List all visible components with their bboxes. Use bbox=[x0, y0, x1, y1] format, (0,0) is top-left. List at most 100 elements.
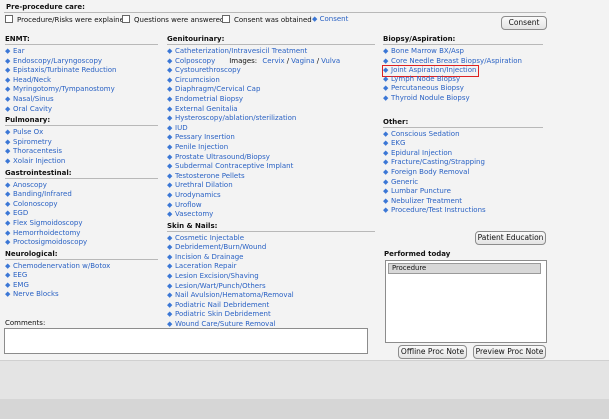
procedure-link-penile-injection[interactable]: ◆ Penile Injection bbox=[167, 143, 377, 153]
procedure-link-label: Hemorrhoidectomy bbox=[13, 228, 81, 237]
procedure-link-hysteroscopy-ablation-sterilization[interactable]: ◆ Hysteroscopy/ablation/sterilization bbox=[167, 114, 377, 124]
procedure-link-nerve-blocks[interactable]: ◆ Nerve Blocks bbox=[5, 290, 160, 300]
procedure-link-eeg[interactable]: ◆ EEG bbox=[5, 271, 160, 281]
diamond-icon: ◆ bbox=[5, 56, 11, 65]
checkbox-icon[interactable] bbox=[122, 15, 130, 23]
consent-link[interactable]: ◆ Consent bbox=[312, 15, 348, 23]
procedure-link-ear[interactable]: ◆ Ear bbox=[5, 47, 160, 57]
procedure-link-proctosigmoidoscopy[interactable]: ◆ Proctosigmoidoscopy bbox=[5, 238, 160, 248]
procedure-link-label: Incision & Drainage bbox=[175, 252, 244, 261]
image-link-cervix[interactable]: Cervix bbox=[262, 57, 284, 65]
procedure-link-pessary-insertion[interactable]: ◆ Pessary Insertion bbox=[167, 133, 377, 143]
procedure-link-lumbar-puncture[interactable]: ◆ Lumbar Puncture bbox=[383, 187, 545, 197]
procedure-link-vasectomy[interactable]: ◆ Vasectomy bbox=[167, 210, 377, 220]
diamond-icon: ◆ bbox=[5, 147, 11, 156]
procedure-link-nasal-sinus[interactable]: ◆ Nasal/Sinus bbox=[5, 95, 160, 105]
diamond-icon: ◆ bbox=[5, 104, 11, 113]
procedure-link-foreign-body-removal[interactable]: ◆ Foreign Body Removal bbox=[383, 168, 545, 178]
procedure-link-epidural-injection[interactable]: ◆ Epidural Injection bbox=[383, 149, 545, 159]
procedure-link-banding-infrared[interactable]: ◆ Banding/Infrared bbox=[5, 190, 160, 200]
procedure-link-emg[interactable]: ◆ EMG bbox=[5, 281, 160, 291]
procedure-link-uroflow[interactable]: ◆ Uroflow bbox=[167, 201, 377, 211]
performed-column-header[interactable]: Procedure bbox=[388, 263, 541, 274]
comments-textarea[interactable] bbox=[4, 328, 368, 354]
procedure-link-label: Flex Sigmoidoscopy bbox=[13, 218, 83, 227]
procedure-link-circumcision[interactable]: ◆ Circumcision bbox=[167, 76, 377, 86]
procedure-link-generic[interactable]: ◆ Generic bbox=[383, 178, 545, 188]
checkbox-icon[interactable] bbox=[222, 15, 230, 23]
procedure-link-urodynamics[interactable]: ◆ Urodynamics bbox=[167, 191, 377, 201]
procedure-link-colonoscopy[interactable]: ◆ Colonoscopy bbox=[5, 200, 160, 210]
procedure-link-epistaxis-turbinate-reduction[interactable]: ◆ Epistaxis/Turbinate Reduction bbox=[5, 66, 160, 76]
check-questions[interactable]: Questions were answered bbox=[122, 15, 224, 24]
procedure-link-endometrial-biopsy[interactable]: ◆ Endometrial Biopsy bbox=[167, 95, 377, 105]
procedure-link-myringotomy-tympanostomy[interactable]: ◆ Myringotomy/Tympanostomy bbox=[5, 85, 160, 95]
procedure-link-iud[interactable]: ◆ IUD bbox=[167, 124, 377, 134]
procedure-link-endoscopy-laryngoscopy[interactable]: ◆ Endoscopy/Laryngoscopy bbox=[5, 57, 160, 67]
diamond-icon: ◆ bbox=[167, 162, 173, 171]
procedure-link-cystourethroscopy[interactable]: ◆ Cystourethroscopy bbox=[167, 66, 377, 76]
procedure-link-egd[interactable]: ◆ EGD bbox=[5, 209, 160, 219]
procedure-link-pulse-ox[interactable]: ◆ Pulse Ox bbox=[5, 128, 160, 138]
procedure-link-percutaneous-biopsy[interactable]: ◆ Percutaneous Biopsy bbox=[383, 84, 545, 94]
diamond-icon: ◆ bbox=[5, 156, 11, 165]
procedure-link-debridement-burn-wound[interactable]: ◆ Debridement/Burn/Wound bbox=[167, 243, 377, 253]
procedure-link-procedure-test-instructions[interactable]: ◆ Procedure/Test Instructions bbox=[383, 206, 545, 216]
procedure-link-external-genitalia[interactable]: ◆ External Genitalia bbox=[167, 105, 377, 115]
procedure-link-head-neck[interactable]: ◆ Head/Neck bbox=[5, 76, 160, 86]
procedure-link-incision-drainage[interactable]: ◆ Incision & Drainage bbox=[167, 253, 377, 263]
procedure-link-core-needle-breast-biopsy-aspiration[interactable]: ◆ Core Needle Breast Biopsy/Aspiration bbox=[383, 57, 545, 67]
image-link-vulva[interactable]: Vulva bbox=[321, 57, 340, 65]
procedure-link-xolair-injection[interactable]: ◆ Xolair Injection bbox=[5, 157, 160, 167]
procedure-link-hemorrhoidectomy[interactable]: ◆ Hemorrhoidectomy bbox=[5, 229, 160, 239]
procedure-link-podiatric-nail-debridement[interactable]: ◆ Podiatric Nail Debridement bbox=[167, 301, 377, 311]
procedure-link-lesion-excision-shaving[interactable]: ◆ Lesion Excision/Shaving bbox=[167, 272, 377, 282]
procedure-link-bone-marrow-bx-asp[interactable]: ◆ Bone Marrow BX/Asp bbox=[383, 47, 545, 57]
diamond-icon: ◆ bbox=[5, 209, 11, 218]
diamond-icon: ◆ bbox=[167, 200, 173, 209]
performed-list[interactable]: Procedure bbox=[385, 260, 547, 343]
diamond-icon: ◆ bbox=[383, 93, 389, 102]
procedure-link-lymph-node-biopsy[interactable]: ◆ Lymph Node Biopsy bbox=[383, 75, 545, 85]
procedure-link-label: EEG bbox=[13, 271, 28, 280]
procedure-link-cosmetic-injectable[interactable]: ◆ Cosmetic Injectable bbox=[167, 234, 377, 244]
procedure-link-flex-sigmoidoscopy[interactable]: ◆ Flex Sigmoidoscopy bbox=[5, 219, 160, 229]
procedure-link-fracture-casting-strapping[interactable]: ◆ Fracture/Casting/Strapping bbox=[383, 158, 545, 168]
procedure-link-laceration-repair[interactable]: ◆ Laceration Repair bbox=[167, 262, 377, 272]
check-consent[interactable]: Consent was obtained bbox=[222, 15, 312, 24]
procedure-link-nebulizer-treatment[interactable]: ◆ Nebulizer Treatment bbox=[383, 197, 545, 207]
preview-proc-note-button[interactable]: Preview Proc Note bbox=[473, 345, 546, 359]
checkbox-icon[interactable] bbox=[5, 15, 13, 23]
procedure-link-catheterization-intravesicil-treatment[interactable]: ◆ Catheterization/Intravesicil Treatment bbox=[167, 47, 377, 57]
procedure-link-thyroid-nodule-biopsy[interactable]: ◆ Thyroid Nodule Biopsy bbox=[383, 94, 545, 104]
procedure-link-ekg[interactable]: ◆ EKG bbox=[383, 139, 545, 149]
image-link-vagina[interactable]: Vagina bbox=[291, 57, 315, 65]
procedure-link-diaphragm-cervical-cap[interactable]: ◆ Diaphragm/Cervical Cap bbox=[167, 85, 377, 95]
procedure-link-label: Pessary Insertion bbox=[175, 133, 235, 142]
procedure-link-lesion-wart-punch-others[interactable]: ◆ Lesion/Wart/Punch/Others bbox=[167, 282, 377, 292]
patient-education-button[interactable]: Patient Education bbox=[475, 231, 546, 245]
procedure-link-spirometry[interactable]: ◆ Spirometry bbox=[5, 138, 160, 148]
check-risks[interactable]: Procedure/Risks were explained bbox=[5, 15, 128, 24]
procedure-link-label: Epistaxis/Turbinate Reduction bbox=[13, 66, 117, 75]
procedure-link-oral-cavity[interactable]: ◆ Oral Cavity bbox=[5, 105, 160, 115]
diamond-icon: ◆ bbox=[167, 114, 173, 123]
procedure-link-urethral-dilation[interactable]: ◆ Urethral Dilation bbox=[167, 181, 377, 191]
procedure-link-podiatric-skin-debridement[interactable]: ◆ Podiatric Skin Debridement bbox=[167, 310, 377, 320]
section-title: Genitourinary: bbox=[167, 35, 225, 43]
procedure-link-testosterone-pellets[interactable]: ◆ Testosterone Pellets bbox=[167, 172, 377, 182]
procedure-link-conscious-sedation[interactable]: ◆ Conscious Sedation bbox=[383, 130, 545, 140]
procedure-link-prostate-ultrasound-biopsy[interactable]: ◆ Prostate Ultrasound/Biopsy bbox=[167, 153, 377, 163]
procedure-link-label: Laceration Repair bbox=[175, 262, 237, 271]
section-divider bbox=[383, 126, 543, 128]
procedure-link-subdermal-contraceptive-implant[interactable]: ◆ Subdermal Contraceptive Implant bbox=[167, 162, 377, 172]
section-title: Pulmonary: bbox=[5, 116, 51, 125]
procedure-link-nail-avulsion-hematoma-removal[interactable]: ◆ Nail Avulsion/Hematoma/Removal bbox=[167, 291, 377, 301]
procedure-link-anoscopy[interactable]: ◆ Anoscopy bbox=[5, 181, 160, 191]
procedure-link-colposcopy[interactable]: ◆ Colposcopy Images: Cervix / Vagina / Vulva bbox=[167, 57, 377, 67]
offline-proc-note-button[interactable]: Offline Proc Note bbox=[398, 345, 467, 359]
diamond-icon: ◆ bbox=[383, 167, 389, 176]
consent-button[interactable]: Consent bbox=[501, 16, 547, 30]
procedure-link-thoracentesis[interactable]: ◆ Thoracentesis bbox=[5, 147, 160, 157]
procedure-link-chemodenervation-w-botox[interactable]: ◆ Chemodenervation w/Botox bbox=[5, 262, 160, 272]
